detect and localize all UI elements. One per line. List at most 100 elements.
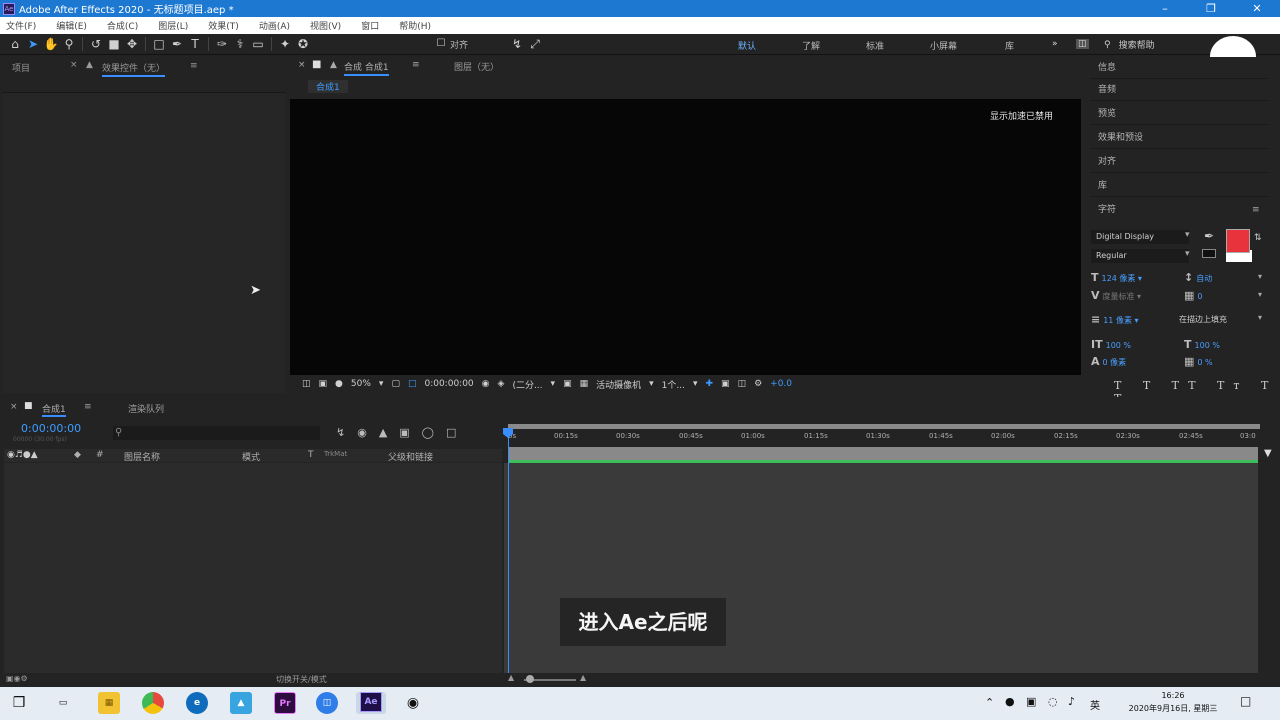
panel-info[interactable]: 信息	[1090, 57, 1268, 79]
minimize-icon[interactable]: –	[1142, 0, 1188, 17]
close-icon[interactable]: ✕	[1234, 0, 1280, 17]
col-layer-name[interactable]: 图层名称	[124, 450, 160, 463]
menu-window[interactable]: 窗口	[361, 19, 379, 32]
timeline-timecode[interactable]: 0:00:00:00	[21, 422, 81, 435]
rectangle-tool-icon[interactable]: □	[150, 35, 168, 53]
chevron-down-icon[interactable]: ▾	[649, 379, 654, 389]
menu-edit[interactable]: 编辑(E)	[56, 19, 87, 32]
comp-marker-icon[interactable]: ▼	[1264, 448, 1272, 459]
stroke-type-dropdown[interactable]: 在描边上填充	[1174, 313, 1264, 327]
help-search[interactable]: ⚲ 搜索帮助	[1104, 37, 1214, 52]
swap-colors-icon[interactable]: ⇅	[1254, 233, 1262, 243]
exposure-value[interactable]: +0.0	[770, 379, 792, 389]
panel-menu-icon[interactable]: ≡	[190, 61, 198, 71]
chevron-down-icon[interactable]: ▾	[1258, 313, 1262, 322]
home-icon[interactable]: ⌂	[6, 35, 24, 53]
brush-tool-icon[interactable]: ✑	[213, 35, 231, 53]
workspace-learn[interactable]: 了解	[802, 39, 820, 52]
tray-chevron-up-icon[interactable]: ⌃	[985, 696, 994, 709]
roto-brush-tool-icon[interactable]: ✦	[276, 35, 294, 53]
notifications-icon[interactable]: □	[1240, 694, 1251, 708]
workspace-library[interactable]: 库	[1005, 39, 1014, 52]
system-clock[interactable]: 16:26 2020年9月16日, 星期三	[1118, 689, 1228, 715]
layer-list[interactable]	[4, 463, 502, 673]
expand-icon[interactable]: ⤢	[526, 35, 544, 53]
composition-canvas[interactable]	[290, 99, 1081, 375]
hand-tool-icon[interactable]: ✋	[42, 35, 60, 53]
workspace-small-screen[interactable]: 小屏幕	[930, 39, 957, 52]
zoom-in-icon[interactable]: ▲	[580, 673, 586, 682]
playhead-line[interactable]	[508, 430, 509, 673]
tracking-value[interactable]: 0	[1197, 292, 1202, 301]
timeline-switches[interactable]: ↯◉▲▣◯□	[336, 426, 468, 439]
tab-effect-controls[interactable]: 效果控件（无）	[102, 61, 166, 77]
snap-options-icon[interactable]: ↯	[508, 35, 526, 53]
reset-exposure-icon[interactable]: ⚙	[754, 379, 762, 389]
timeline-icon[interactable]: ▣	[721, 379, 730, 389]
clone-stamp-tool-icon[interactable]: ⚕	[231, 35, 249, 53]
start-windows-icon[interactable]: ❒	[8, 692, 30, 714]
kerning-value[interactable]: 度量标准	[1103, 292, 1135, 301]
tray-wifi-icon[interactable]: ◌	[1048, 695, 1058, 708]
chevron-down-icon[interactable]: ▾	[1258, 290, 1262, 299]
tray-network-icon[interactable]: ▣	[1026, 695, 1036, 708]
tsume-value[interactable]: 0 %	[1197, 358, 1212, 367]
menu-file[interactable]: 文件(F)	[6, 19, 36, 32]
roi-icon[interactable]: ▣	[563, 379, 572, 389]
chevron-down-icon[interactable]: ▾	[1185, 249, 1190, 259]
selection-tool-icon[interactable]: ➤	[24, 35, 42, 53]
pan-behind-tool-icon[interactable]: ✥	[123, 35, 141, 53]
chevron-down-icon[interactable]: ▾	[379, 379, 384, 389]
after-effects-taskbar-icon[interactable]: Ae	[356, 692, 386, 714]
fill-color-swatch[interactable]	[1226, 229, 1250, 253]
maximize-icon[interactable]: ❐	[1188, 0, 1234, 17]
more-workspaces-icon[interactable]: »	[1052, 39, 1058, 49]
horizontal-scale-value[interactable]: 100 %	[1195, 341, 1220, 350]
snap-checkbox-icon[interactable]: ☐	[432, 35, 450, 53]
chevron-down-icon[interactable]: ▾	[693, 379, 698, 389]
font-size-value[interactable]: 124 像素	[1102, 274, 1136, 283]
close-tab-icon[interactable]: ×	[70, 60, 78, 70]
camera-dropdown[interactable]: 活动摄像机	[596, 378, 641, 391]
region-icon[interactable]: □	[408, 379, 417, 389]
leading-value[interactable]: 自动	[1196, 274, 1212, 283]
app-icon[interactable]: ◫	[316, 692, 338, 714]
snapshot-icon[interactable]: ◉	[482, 379, 490, 389]
menu-layer[interactable]: 图层(L)	[158, 19, 188, 32]
help-search-input[interactable]: 搜索帮助	[1119, 38, 1155, 51]
layer-search-input[interactable]: ⚲	[113, 426, 320, 440]
tray-mic-icon[interactable]: ●	[1005, 695, 1015, 708]
camera-tool-icon[interactable]: ■	[105, 35, 123, 53]
tray-volume-icon[interactable]: ♪	[1068, 695, 1075, 708]
workspace-default[interactable]: 默认	[738, 39, 756, 52]
lock-icon[interactable]: ▲	[330, 60, 337, 70]
tab-timeline-comp[interactable]: 合成1	[42, 402, 66, 417]
tab-layer[interactable]: 图层（无）	[454, 60, 499, 73]
close-tab-icon[interactable]: ×	[298, 60, 306, 70]
type-tool-icon[interactable]: T	[186, 35, 204, 53]
ime-indicator[interactable]: 英	[1090, 697, 1100, 712]
no-fill-swatch[interactable]	[1202, 249, 1216, 258]
baseline-shift-value[interactable]: 0 像素	[1103, 358, 1127, 367]
color-channel-icon[interactable]: ◈	[498, 379, 505, 389]
eyedropper-icon[interactable]: ✒	[1204, 229, 1214, 243]
zoom-dropdown[interactable]: 50%	[351, 379, 371, 389]
close-tab-icon[interactable]: ×	[10, 402, 18, 412]
col-t[interactable]: T	[308, 450, 314, 460]
menu-effect[interactable]: 效果(T)	[208, 19, 239, 32]
stroke-width-value[interactable]: 11 像素	[1103, 316, 1132, 325]
monitor-icon[interactable]: ▣	[319, 379, 328, 389]
menu-help[interactable]: 帮助(H)	[399, 19, 431, 32]
work-area-bar[interactable]	[508, 447, 1258, 461]
timeline-options-icon[interactable]: ▣◉⚙	[6, 674, 28, 683]
sync-settings-icon[interactable]: ◫	[1076, 39, 1089, 49]
viewer-timecode[interactable]: 0:00:00:00	[424, 379, 473, 389]
toggle-switches-modes[interactable]: 切换开关/模式	[276, 674, 327, 685]
font-style-dropdown[interactable]: Regular	[1091, 249, 1189, 263]
rotate-tool-icon[interactable]: ↺	[87, 35, 105, 53]
menu-animation[interactable]: 动画(A)	[259, 19, 290, 32]
chevron-down-icon[interactable]: ▾	[1258, 272, 1262, 281]
panel-menu-icon[interactable]: ≡	[1252, 205, 1260, 215]
tab-composition[interactable]: 合成 合成1	[344, 60, 389, 76]
obs-icon[interactable]: ◉	[402, 692, 424, 714]
